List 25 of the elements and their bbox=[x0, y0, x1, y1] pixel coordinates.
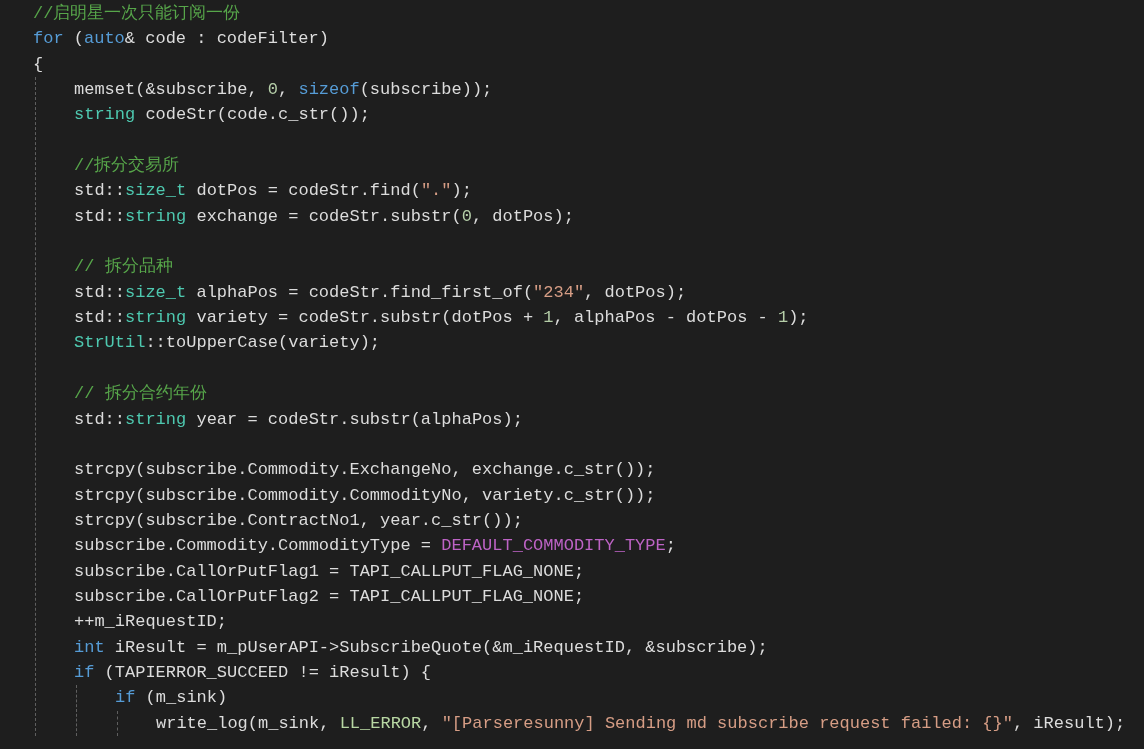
code-line: memset(&subscribe, 0, sizeof(subscribe)); bbox=[74, 79, 493, 102]
code-line: StrUtil::toUpperCase(variety); bbox=[74, 332, 381, 355]
code-line: std::size_t alphaPos = codeStr.find_first_of("234", dotPos); bbox=[74, 281, 687, 304]
code-line: strcpy(subscribe.Commodity.CommodityNo, variety.c_str()); bbox=[74, 484, 656, 507]
code-line: { bbox=[33, 53, 44, 76]
code-line: string codeStr(code.c_str()); bbox=[74, 104, 370, 127]
code-line: //启明星一次只能订阅一份 bbox=[33, 2, 241, 25]
code-line: strcpy(subscribe.Commodity.ExchangeNo, exchange.c_str()); bbox=[74, 459, 656, 482]
code-line: if (TAPIERROR_SUCCEED != iResult) { bbox=[74, 661, 432, 684]
code-line: for (auto& code : codeFilter) bbox=[33, 28, 329, 51]
code-line: std::string year = codeStr.substr(alphaPos); bbox=[74, 408, 523, 431]
code-line: // 拆分品种 bbox=[74, 256, 173, 279]
code-line: ++m_iRequestID; bbox=[74, 611, 228, 634]
code-line: // 拆分合约年份 bbox=[74, 383, 207, 406]
code-line: if (m_sink) bbox=[115, 687, 228, 710]
code-line: write_log(m_sink, LL_ERROR, "[Parseresunny] Sending md subscribe request failed: {}", iResult); bbox=[156, 712, 1126, 735]
code-line: std::string exchange = codeStr.substr(0, dotPos); bbox=[74, 205, 574, 228]
code-line: int iResult = m_pUserAPI->SubscribeQuote(&m_iRequestID, &subscribe); bbox=[74, 636, 768, 659]
code-line: //拆分交易所 bbox=[74, 154, 180, 178]
code-line: std::string variety = codeStr.substr(dotPos + 1, alphaPos - dotPos - 1); bbox=[74, 307, 809, 330]
code-line: subscribe.Commodity.CommodityType = DEFAULT_COMMODITY_TYPE; bbox=[74, 535, 676, 558]
code-line: subscribe.CallOrPutFlag1 = TAPI_CALLPUT_FLAG_NONE; bbox=[74, 560, 585, 583]
code-line: std::size_t dotPos = codeStr.find("."); bbox=[74, 180, 472, 203]
code-line: subscribe.CallOrPutFlag2 = TAPI_CALLPUT_FLAG_NONE; bbox=[74, 585, 585, 608]
code-line: strcpy(subscribe.ContractNo1, year.c_str()); bbox=[74, 509, 523, 532]
